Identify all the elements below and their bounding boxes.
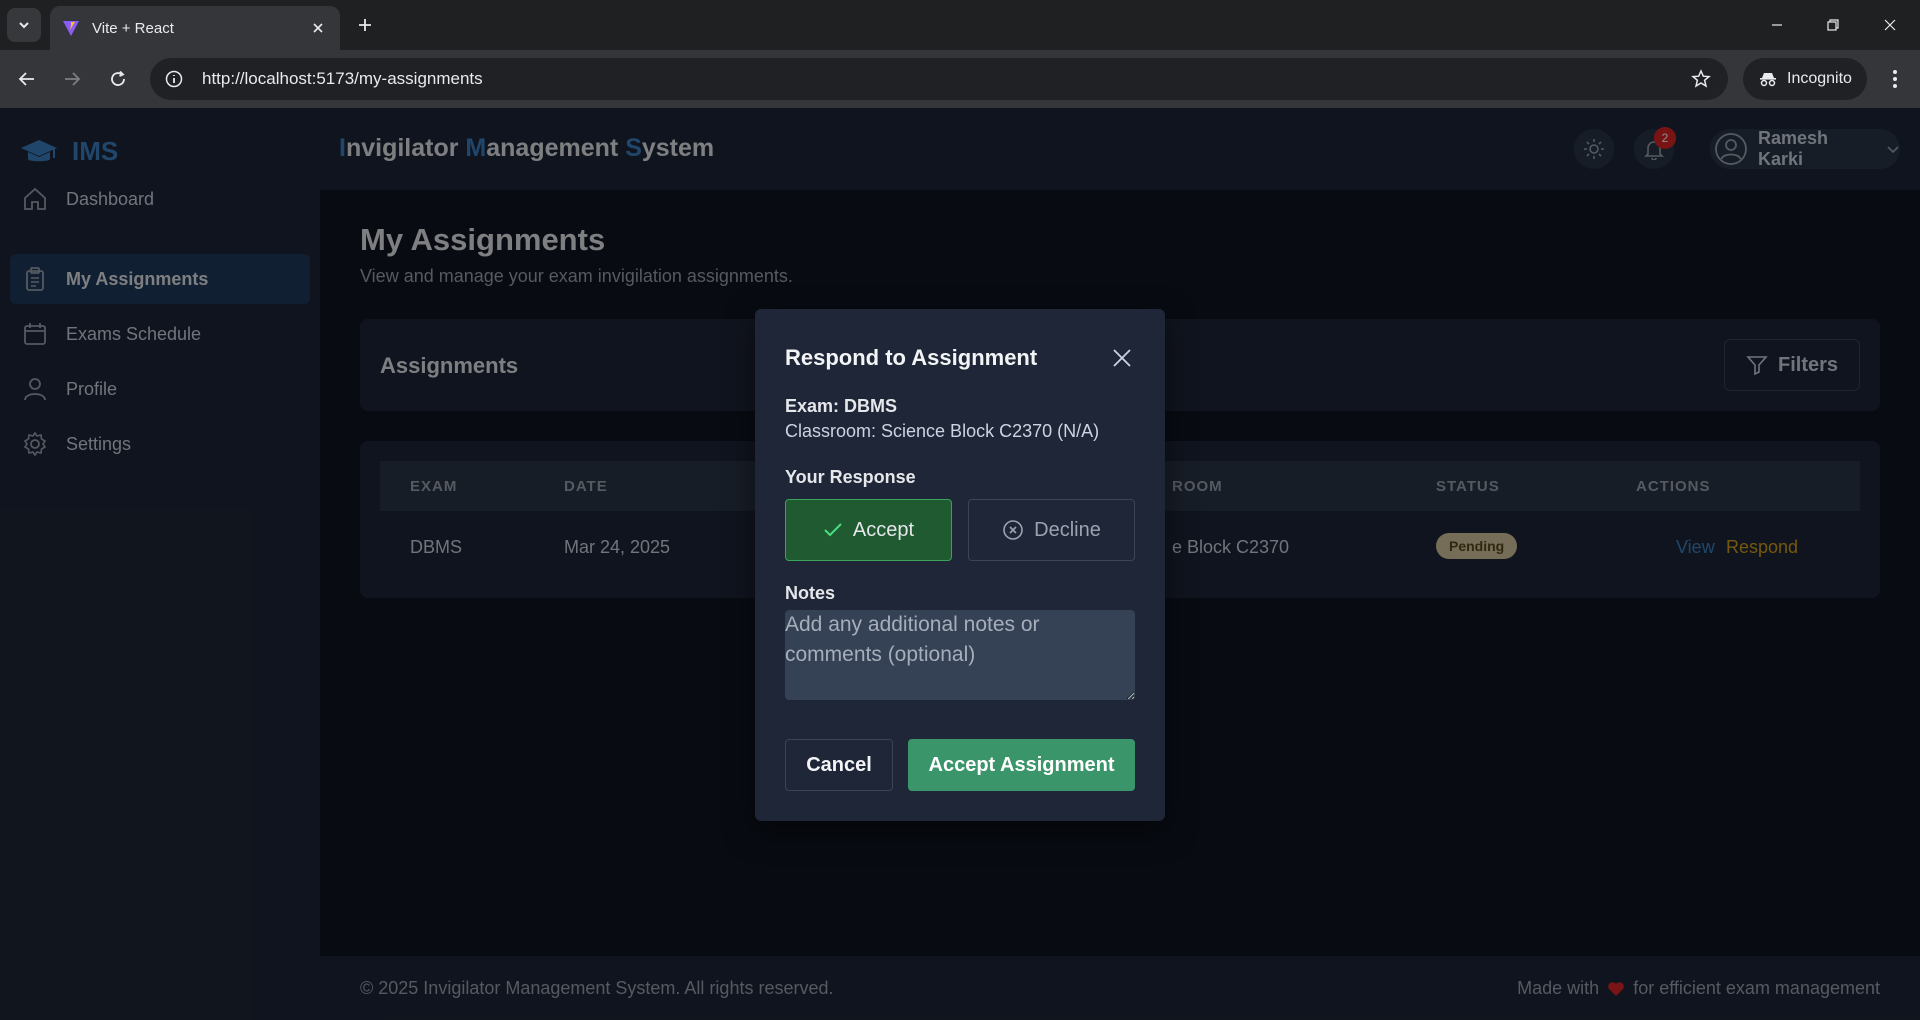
restore-button[interactable] xyxy=(1818,12,1848,38)
back-button[interactable] xyxy=(12,64,42,94)
close-icon xyxy=(313,23,323,33)
tab-close-button[interactable] xyxy=(308,18,328,38)
arrow-right-icon xyxy=(65,72,81,86)
close-icon xyxy=(1113,349,1131,367)
arrow-left-icon xyxy=(18,72,34,86)
check-icon xyxy=(824,523,842,537)
accept-option-label: Accept xyxy=(852,518,915,541)
forward-button[interactable] xyxy=(57,64,87,94)
close-icon xyxy=(1884,19,1896,31)
bookmark-button[interactable] xyxy=(1686,64,1716,94)
reload-button[interactable] xyxy=(103,64,133,94)
tab-title: Vite + React xyxy=(92,19,174,37)
notes-label: Notes xyxy=(785,583,836,603)
modal-close-button[interactable] xyxy=(1109,345,1135,371)
incognito-label: Incognito xyxy=(1787,70,1852,87)
respond-modal: Respond to Assignment Exam: DBMS Classro… xyxy=(755,309,1165,821)
browser-tab-bar: Vite + React xyxy=(0,0,1920,50)
new-tab-button[interactable] xyxy=(352,12,378,38)
accept-assignment-button[interactable]: Accept Assignment xyxy=(908,739,1135,791)
vite-logo-icon xyxy=(63,21,79,36)
close-window-button[interactable] xyxy=(1875,12,1905,38)
minimize-button[interactable] xyxy=(1762,12,1792,38)
browser-menu-button[interactable] xyxy=(1880,64,1910,94)
decline-option-button[interactable]: Decline xyxy=(968,499,1135,561)
site-info-button[interactable] xyxy=(160,65,188,93)
modal-title: Respond to Assignment xyxy=(785,345,1038,370)
tab-search-button[interactable] xyxy=(7,8,41,42)
info-icon xyxy=(165,70,183,88)
more-vertical-icon xyxy=(1893,70,1897,88)
accept-option-button[interactable]: Accept xyxy=(785,499,952,561)
decline-option-label: Decline xyxy=(1034,518,1101,541)
chevron-down-icon xyxy=(19,22,29,29)
modal-exam: Exam: DBMS xyxy=(785,396,898,416)
restore-icon xyxy=(1827,19,1839,31)
cancel-button[interactable]: Cancel xyxy=(785,739,893,791)
incognito-indicator[interactable]: Incognito xyxy=(1743,58,1867,100)
browser-tab[interactable]: Vite + React xyxy=(50,6,340,50)
reload-icon xyxy=(111,70,125,86)
modal-classroom: Classroom: Science Block C2370 (N/A) xyxy=(785,421,1100,441)
response-label: Your Response xyxy=(785,467,916,487)
star-icon xyxy=(1691,69,1711,88)
address-bar[interactable]: http://localhost:5173/my-assignments xyxy=(150,58,1728,100)
minimize-icon xyxy=(1772,24,1782,26)
url-text: http://localhost:5173/my-assignments xyxy=(202,69,483,88)
incognito-icon xyxy=(1760,73,1776,87)
plus-icon xyxy=(359,19,371,31)
browser-toolbar: http://localhost:5173/my-assignments Inc… xyxy=(0,50,1920,108)
x-circle-icon xyxy=(1003,520,1023,540)
notes-textarea[interactable] xyxy=(785,610,1135,700)
